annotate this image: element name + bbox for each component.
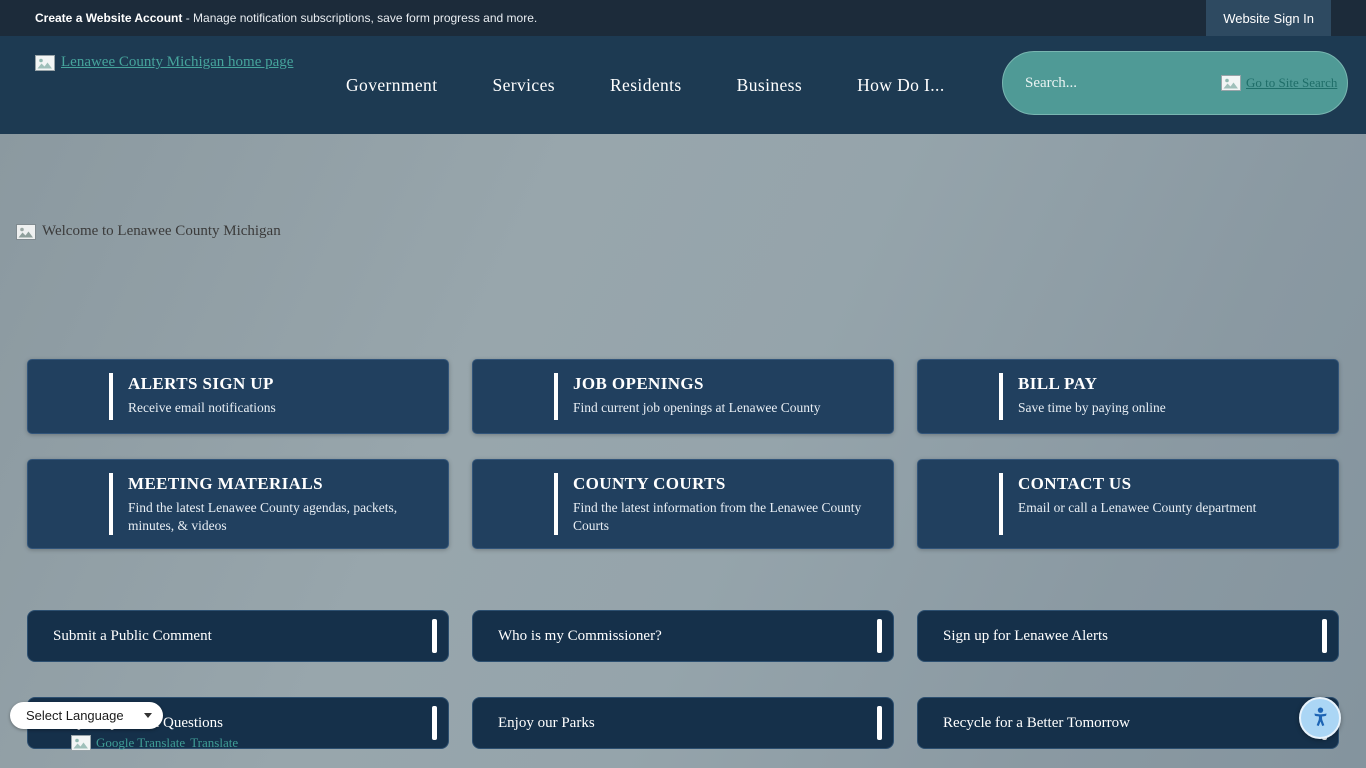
- quicklink-sign-up-lenawee-alerts[interactable]: Sign up for Lenawee Alerts: [917, 610, 1339, 662]
- language-select-dropdown[interactable]: Select Language: [10, 702, 163, 729]
- card-subtext: Find the latest information from the Len…: [573, 499, 875, 534]
- top-utility-bar: Create a Website Account - Manage notifi…: [0, 0, 1366, 36]
- quicklink-recycle-better-tomorrow[interactable]: Recycle for a Better Tomorrow: [917, 697, 1339, 749]
- site-header: Lenawee County Michigan home page Govern…: [0, 36, 1366, 134]
- quicklink-label: Submit a Public Comment: [53, 628, 212, 645]
- card-contact-us[interactable]: CONTACT US Email or call a Lenawee Count…: [917, 459, 1339, 549]
- quicklink-label: Sign up for Lenawee Alerts: [943, 628, 1108, 645]
- card-subtext: Save time by paying online: [1018, 399, 1320, 417]
- card-county-courts[interactable]: COUNTY COURTS Find the latest informatio…: [472, 459, 894, 549]
- language-select-label: Select Language: [26, 708, 144, 723]
- website-sign-in-button[interactable]: Website Sign In: [1206, 0, 1331, 36]
- create-account-link[interactable]: Create a Website Account: [35, 11, 182, 25]
- page: Create a Website Account - Manage notifi…: [0, 0, 1366, 768]
- card-title: COUNTY COURTS: [573, 474, 875, 494]
- card-title: MEETING MATERIALS: [128, 474, 430, 494]
- card-title: BILL PAY: [1018, 374, 1320, 394]
- search-input[interactable]: [1003, 52, 1213, 114]
- card-subtext: Email or call a Lenawee County departmen…: [1018, 499, 1320, 517]
- hero-section: Welcome to Lenawee County Michigan ALERT…: [0, 134, 1366, 768]
- google-translate-label: Translate: [190, 735, 238, 751]
- quicklink-submit-public-comment[interactable]: Submit a Public Comment: [27, 610, 449, 662]
- nav-residents[interactable]: Residents: [610, 75, 682, 96]
- google-translate-link[interactable]: Google Translate Translate: [71, 735, 238, 751]
- quicklink-who-is-my-commissioner[interactable]: Who is my Commissioner?: [472, 610, 894, 662]
- quicklink-label: Recycle for a Better Tomorrow: [943, 715, 1130, 732]
- account-description: - Manage notification subscriptions, sav…: [182, 11, 537, 25]
- chevron-down-icon: [144, 713, 152, 718]
- broken-image-icon: [35, 55, 55, 71]
- account-message: Create a Website Account - Manage notifi…: [35, 11, 537, 25]
- card-subtext: Find the latest Lenawee County agendas, …: [128, 499, 430, 534]
- card-meeting-materials[interactable]: MEETING MATERIALS Find the latest Lenawe…: [27, 459, 449, 549]
- logo-alt-text: Lenawee County Michigan home page: [61, 54, 293, 71]
- site-logo-link[interactable]: Lenawee County Michigan home page: [35, 54, 293, 71]
- search-submit-button[interactable]: Go to Site Search: [1221, 52, 1347, 114]
- nav-services[interactable]: Services: [492, 75, 555, 96]
- main-nav: Government Services Residents Business H…: [346, 36, 945, 134]
- google-translate-alt-text: Google Translate: [96, 735, 185, 751]
- quicklink-enjoy-our-parks[interactable]: Enjoy our Parks: [472, 697, 894, 749]
- quicklink-label: Enjoy our Parks: [498, 715, 595, 732]
- card-bill-pay[interactable]: BILL PAY Save time by paying online: [917, 359, 1339, 434]
- search-button-alt-text: Go to Site Search: [1246, 75, 1337, 91]
- card-title: JOB OPENINGS: [573, 374, 875, 394]
- nav-business[interactable]: Business: [737, 75, 802, 96]
- card-title: ALERTS SIGN UP: [128, 374, 430, 394]
- broken-image-icon: [16, 224, 36, 240]
- hero-image: Welcome to Lenawee County Michigan: [16, 223, 281, 240]
- card-subtext: Find current job openings at Lenawee Cou…: [573, 399, 875, 417]
- accessibility-person-icon: [1307, 705, 1334, 732]
- accessibility-widget-button[interactable]: [1299, 697, 1341, 739]
- hero-image-alt-text: Welcome to Lenawee County Michigan: [42, 223, 281, 240]
- nav-how-do-i[interactable]: How Do I...: [857, 75, 945, 96]
- card-job-openings[interactable]: JOB OPENINGS Find current job openings a…: [472, 359, 894, 434]
- nav-government[interactable]: Government: [346, 75, 437, 96]
- broken-image-icon: [1221, 75, 1241, 91]
- card-alerts-sign-up[interactable]: ALERTS SIGN UP Receive email notificatio…: [27, 359, 449, 434]
- broken-image-icon: [71, 735, 91, 751]
- quicklink-label: Who is my Commissioner?: [498, 628, 662, 645]
- search-box: Go to Site Search: [1002, 51, 1348, 115]
- card-subtext: Receive email notifications: [128, 399, 430, 417]
- card-title: CONTACT US: [1018, 474, 1320, 494]
